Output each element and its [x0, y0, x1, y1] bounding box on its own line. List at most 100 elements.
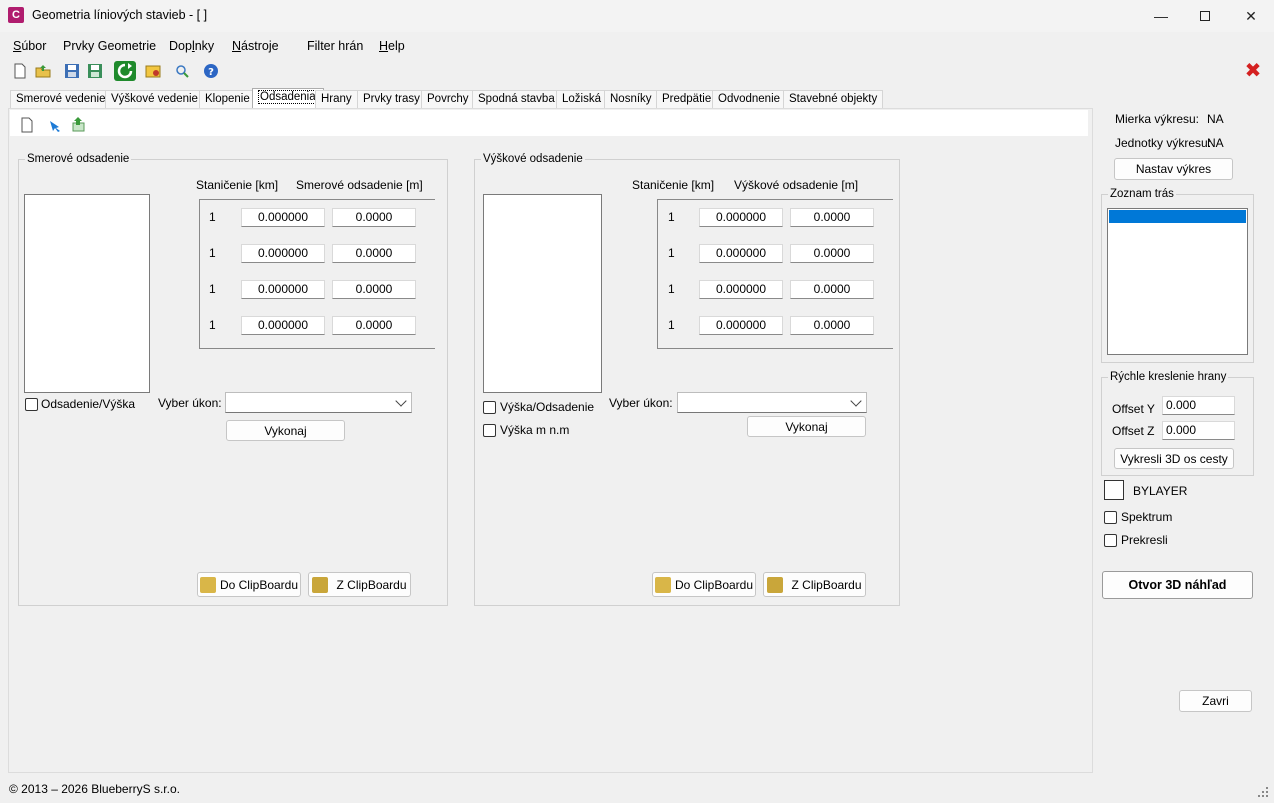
station-input[interactable]: 0.000000 [699, 244, 783, 263]
execute-button[interactable]: Vykonaj [747, 416, 866, 437]
action-select[interactable] [225, 392, 412, 413]
offset-input[interactable]: 0.0000 [332, 208, 416, 227]
height-offset-checkbox[interactable] [483, 401, 496, 414]
action-select[interactable] [677, 392, 867, 413]
from-clipboard-button[interactable]: Z ClipBoardu [763, 572, 866, 597]
height-above-sea-checkbox[interactable] [483, 424, 496, 437]
offset-input[interactable]: 0.0000 [332, 280, 416, 299]
tab-13[interactable]: Stavebné objekty [783, 90, 884, 108]
tab-11[interactable]: Predpätie [656, 90, 718, 108]
spectrum-checkbox[interactable] [1104, 511, 1117, 524]
menu-label-part: Prvky Geometrie [63, 39, 157, 53]
tab-1[interactable]: Smerové vedenie [10, 90, 112, 108]
tab-12[interactable]: Odvodnenie [712, 90, 787, 108]
minimize-icon: — [1154, 8, 1168, 24]
station-input[interactable]: 0.000000 [699, 316, 783, 335]
refresh-icon[interactable] [114, 61, 136, 81]
chevron-down-icon [395, 395, 407, 407]
new-file-icon[interactable] [12, 63, 28, 79]
vertical-offset-list[interactable] [483, 194, 602, 393]
to-clipboard-button[interactable]: Do ClipBoardu [652, 572, 756, 597]
export-icon[interactable] [145, 63, 161, 79]
station-input[interactable]: 0.000000 [699, 280, 783, 299]
tab-6[interactable]: Prvky trasy [357, 90, 426, 108]
zoom-icon[interactable] [174, 63, 190, 79]
tab-9[interactable]: Ložiská [556, 90, 607, 108]
offset-input[interactable]: 0.0000 [790, 208, 874, 227]
station-input[interactable]: 0.000000 [241, 280, 325, 299]
tab-2[interactable]: Výškové vedenie [105, 90, 204, 108]
execute-button[interactable]: Vykonaj [226, 420, 345, 441]
offset-input[interactable]: 0.0000 [790, 316, 874, 335]
tab-8[interactable]: Spodná stavba [472, 90, 561, 108]
tab-label: Odsadenia [258, 90, 318, 104]
drawing-scale-value: NA [1207, 112, 1224, 126]
height-offset-label: Výška/Odsadenie [500, 400, 595, 414]
tab-3[interactable]: Klopenie [199, 90, 256, 108]
menu-item-4[interactable]: Nástroje [232, 39, 279, 53]
save-all-icon[interactable] [87, 63, 103, 79]
tab-4[interactable]: Odsadenia [252, 88, 324, 109]
minimize-button[interactable]: — [1138, 0, 1184, 32]
open-folder-icon[interactable] [35, 63, 51, 79]
vertical-offset-column-header: Výškové odsadenie [m] [734, 178, 859, 192]
quick-edge-title: Rýchle kreslenie hrany [1108, 371, 1229, 383]
height-above-sea-label: Výška m n.m [500, 423, 570, 437]
menu-item-5[interactable]: Filter hrán [307, 39, 363, 53]
tab-label: Spodná stavba [478, 93, 555, 105]
offset-height-checkbox[interactable] [25, 398, 38, 411]
tab-5[interactable]: Hrany [315, 90, 358, 108]
offset-input[interactable]: 0.0000 [790, 244, 874, 263]
from-clipboard-button[interactable]: Z ClipBoardu [308, 572, 411, 597]
tab-10[interactable]: Nosníky [604, 90, 658, 108]
list-item[interactable] [1109, 210, 1246, 223]
export-green-icon[interactable] [70, 116, 86, 132]
drawing-units-value: NA [1207, 136, 1224, 150]
offset-y-input[interactable]: 0.000 [1162, 396, 1235, 415]
open-3d-preview-button[interactable]: Otvor 3D náhľad [1102, 571, 1253, 599]
app-icon: C [8, 7, 24, 23]
close-icon[interactable]: ✖ [1244, 61, 1262, 81]
from-clipboard-label: Z ClipBoardu [336, 577, 407, 592]
offset-height-label: Odsadenie/Výška [41, 397, 136, 411]
resize-grip-icon[interactable] [1258, 786, 1268, 797]
menu-label-part: ástroje [241, 39, 279, 53]
set-drawing-button[interactable]: Nastav výkres [1114, 158, 1233, 180]
route-list[interactable] [1107, 208, 1248, 355]
offset-input[interactable]: 0.0000 [332, 316, 416, 335]
to-clipboard-button[interactable]: Do ClipBoardu [197, 572, 301, 597]
import-icon[interactable] [48, 117, 64, 133]
row-number: 1 [668, 282, 675, 296]
tab-7[interactable]: Povrchy [421, 90, 475, 108]
station-input[interactable]: 0.000000 [241, 208, 325, 227]
close-button[interactable]: Zavri [1179, 690, 1252, 712]
route-list-title: Zoznam trás [1108, 188, 1176, 200]
new-offset-icon[interactable] [19, 117, 35, 133]
menu-item-2[interactable]: Prvky Geometrie [63, 39, 156, 53]
station-input[interactable]: 0.000000 [241, 316, 325, 335]
offset-column-header: Smerové odsadenie [m] [296, 178, 423, 192]
station-column-header: Staničenie [km] [632, 178, 715, 192]
redraw-checkbox[interactable] [1104, 534, 1117, 547]
horizontal-offset-list[interactable] [24, 194, 150, 393]
offset-z-input[interactable]: 0.000 [1162, 421, 1235, 440]
station-input[interactable]: 0.000000 [699, 208, 783, 227]
menu-item-1[interactable]: Súbor [13, 39, 46, 53]
tab-label: Hrany [321, 93, 352, 105]
from-clipboard-label: Z ClipBoardu [791, 577, 862, 592]
menu-item-3[interactable]: Doplnky [169, 39, 214, 53]
spectrum-label: Spektrum [1121, 510, 1173, 524]
help-icon[interactable]: ? [203, 63, 219, 79]
draw-3d-axis-button[interactable]: Vykresli 3D os cesty [1114, 448, 1234, 469]
layer-color-swatch[interactable] [1104, 480, 1124, 500]
offset-input[interactable]: 0.0000 [332, 244, 416, 263]
menu-item-6[interactable]: Help [379, 39, 405, 53]
tab-label: Stavebné objekty [789, 93, 878, 105]
window-close-button[interactable]: ✕ [1228, 0, 1274, 32]
save-icon[interactable] [64, 63, 80, 79]
offset-input[interactable]: 0.0000 [790, 280, 874, 299]
row-number: 1 [209, 282, 216, 296]
station-input[interactable]: 0.000000 [241, 244, 325, 263]
menu-label-part: Filter hrán [307, 39, 364, 53]
maximize-button[interactable] [1182, 0, 1228, 32]
